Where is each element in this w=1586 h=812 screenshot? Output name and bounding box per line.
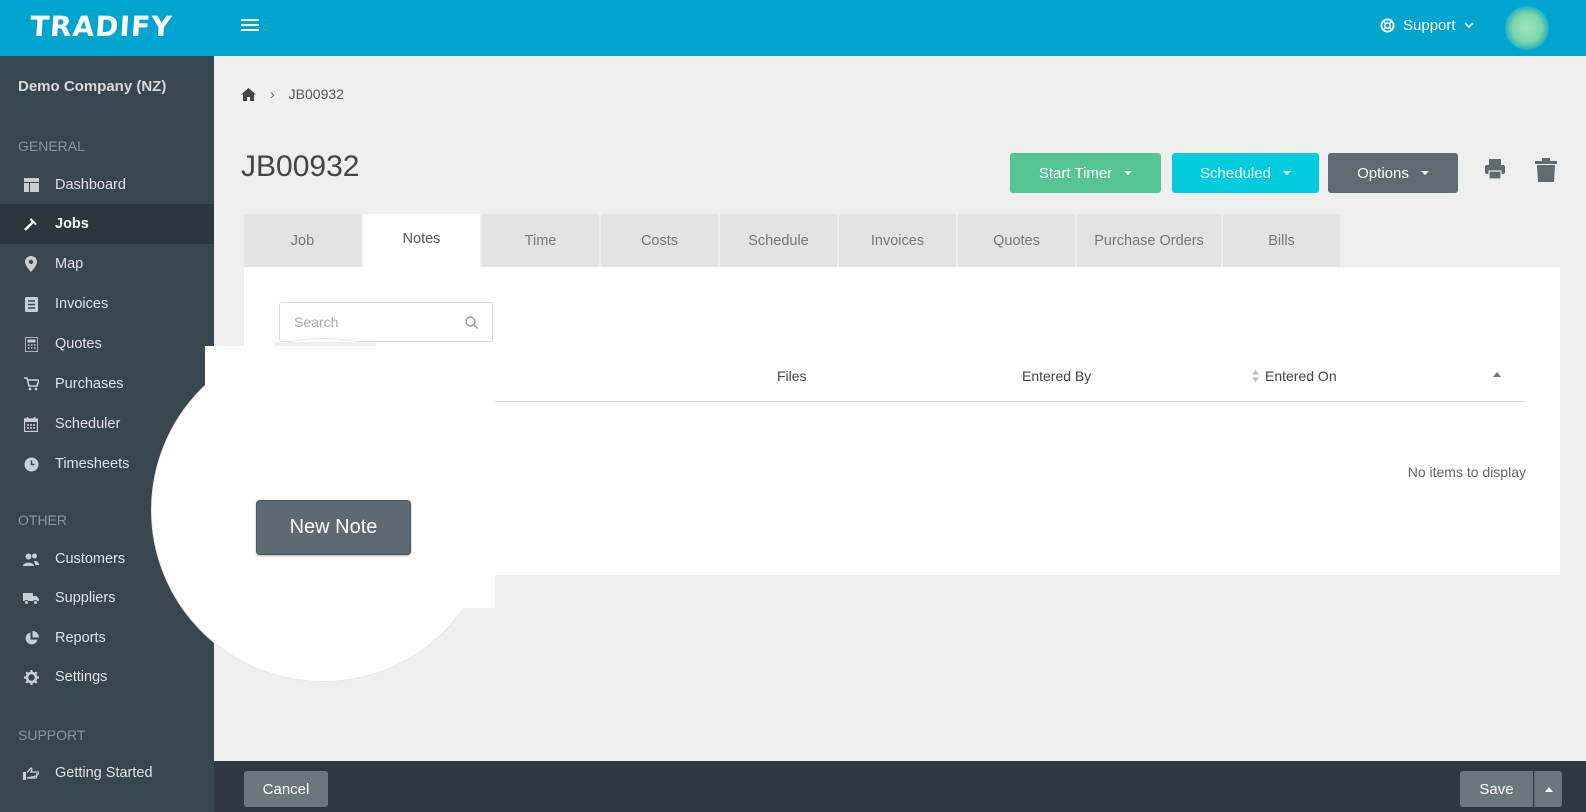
tab-costs[interactable]: Costs — [601, 214, 718, 267]
sort-ascending-icon[interactable] — [1493, 372, 1501, 378]
clock-icon — [23, 456, 39, 472]
sidebar-item-label: Timesheets — [55, 456, 130, 472]
column-header-files[interactable]: Files — [777, 368, 807, 384]
calculator-icon — [23, 336, 39, 352]
breadcrumb-separator-icon: › — [270, 86, 275, 102]
sidebar-item-quotes[interactable]: Quotes — [0, 324, 214, 364]
empty-state-message: No items to display — [1407, 464, 1526, 480]
breadcrumb-current: JB00932 — [288, 86, 344, 102]
hammer-icon — [23, 216, 39, 232]
cancel-button[interactable]: Cancel — [244, 771, 328, 807]
tab-time[interactable]: Time — [482, 214, 599, 267]
notes-search-box[interactable] — [279, 302, 493, 342]
invoice-icon — [23, 296, 39, 312]
sidebar-item-label: Settings — [55, 669, 108, 685]
page-title: JB00932 — [241, 150, 360, 183]
gear-icon — [23, 669, 39, 685]
sidebar-item-label: Customers — [55, 551, 126, 567]
scheduled-label: Scheduled — [1200, 164, 1271, 182]
company-name[interactable]: Demo Company (NZ) — [18, 78, 166, 95]
tab-quotes[interactable]: Quotes — [958, 214, 1075, 267]
caret-down-icon — [1420, 171, 1429, 175]
tab-purchase-orders[interactable]: Purchase Orders — [1077, 214, 1221, 267]
tab-invoices[interactable]: Invoices — [839, 214, 956, 267]
truck-icon — [23, 590, 39, 606]
search-icon — [465, 315, 478, 329]
breadcrumb: › JB00932 — [241, 86, 344, 102]
sidebar-item-map[interactable]: Map — [0, 244, 214, 284]
spotlight-magnifier-fill — [205, 346, 495, 608]
print-icon[interactable] — [1484, 158, 1510, 184]
top-bar: TRADIFY Support — [0, 0, 1586, 56]
caret-up-icon — [1544, 786, 1553, 792]
calendar-icon — [23, 416, 39, 432]
tradify-logo[interactable]: TRADIFY — [29, 10, 174, 43]
hamburger-menu-icon[interactable] — [241, 16, 259, 32]
cart-icon — [23, 376, 39, 392]
support-label: Support — [1403, 16, 1456, 34]
caret-down-icon — [1282, 171, 1291, 175]
tab-job[interactable]: Job — [244, 214, 361, 267]
sidebar-item-label: Jobs — [55, 216, 89, 232]
chevron-down-icon — [1463, 22, 1474, 29]
sidebar-item-purchases[interactable]: Purchases — [0, 364, 214, 404]
sidebar-item-label: Suppliers — [55, 590, 116, 606]
sidebar-item-label: Dashboard — [55, 177, 126, 193]
sidebar-item-settings[interactable]: Settings — [0, 657, 214, 697]
column-header-entered-on[interactable]: Entered On — [1265, 368, 1337, 384]
sidebar-item-label: Scheduler — [55, 416, 121, 432]
spotlight-search-underline — [274, 342, 376, 346]
start-timer-button[interactable]: Start Timer — [1010, 153, 1161, 193]
footer-bar — [214, 761, 1586, 812]
job-tabs: Job Notes Time Costs Schedule Invoices Q… — [244, 214, 1342, 267]
options-label: Options — [1357, 164, 1409, 182]
options-button[interactable]: Options — [1328, 153, 1458, 193]
sidebar-item-label: Purchases — [55, 376, 124, 392]
sidebar-item-label: Invoices — [55, 296, 109, 312]
new-note-button[interactable]: New Note — [256, 500, 411, 555]
sidebar-item-dashboard[interactable]: Dashboard — [0, 165, 214, 205]
save-button[interactable]: Save — [1460, 771, 1533, 807]
sidebar-item-label: Reports — [55, 630, 106, 646]
tab-schedule[interactable]: Schedule — [720, 214, 837, 267]
section-label-other: OTHER — [18, 512, 67, 528]
sidebar-item-getting-started[interactable]: Getting Started — [0, 753, 214, 793]
sidebar-item-label: Quotes — [55, 336, 102, 352]
tab-bills[interactable]: Bills — [1223, 214, 1340, 267]
section-label-support: SUPPORT — [18, 727, 86, 743]
sort-icon[interactable] — [1252, 370, 1259, 382]
pie-chart-icon — [23, 630, 39, 646]
lifebuoy-icon — [1380, 17, 1395, 33]
map-pin-icon — [23, 256, 39, 272]
start-timer-label: Start Timer — [1038, 164, 1113, 182]
tab-notes[interactable]: Notes — [363, 214, 480, 267]
save-options-button[interactable] — [1534, 771, 1562, 807]
sidebar-item-label: Getting Started — [55, 765, 153, 781]
search-input[interactable] — [294, 314, 454, 330]
user-avatar[interactable] — [1505, 6, 1549, 50]
home-icon[interactable] — [241, 87, 256, 101]
caret-down-icon — [1124, 171, 1133, 175]
sidebar-item-jobs[interactable]: Jobs — [0, 204, 214, 244]
sidebar-item-reports[interactable]: Reports — [0, 618, 214, 658]
support-menu[interactable]: Support — [1380, 14, 1474, 36]
table-header-divider — [462, 401, 1526, 402]
sidebar-item-invoices[interactable]: Invoices — [0, 284, 214, 324]
column-header-entered-by[interactable]: Entered By — [1022, 368, 1091, 384]
scheduled-status-button[interactable]: Scheduled — [1172, 153, 1319, 193]
sidebar-item-label: Map — [55, 256, 84, 272]
dashboard-icon — [23, 177, 39, 193]
section-label-general: GENERAL — [18, 138, 85, 154]
hand-pointer-icon — [23, 765, 39, 781]
trash-icon[interactable] — [1535, 158, 1561, 184]
users-icon — [23, 551, 39, 567]
